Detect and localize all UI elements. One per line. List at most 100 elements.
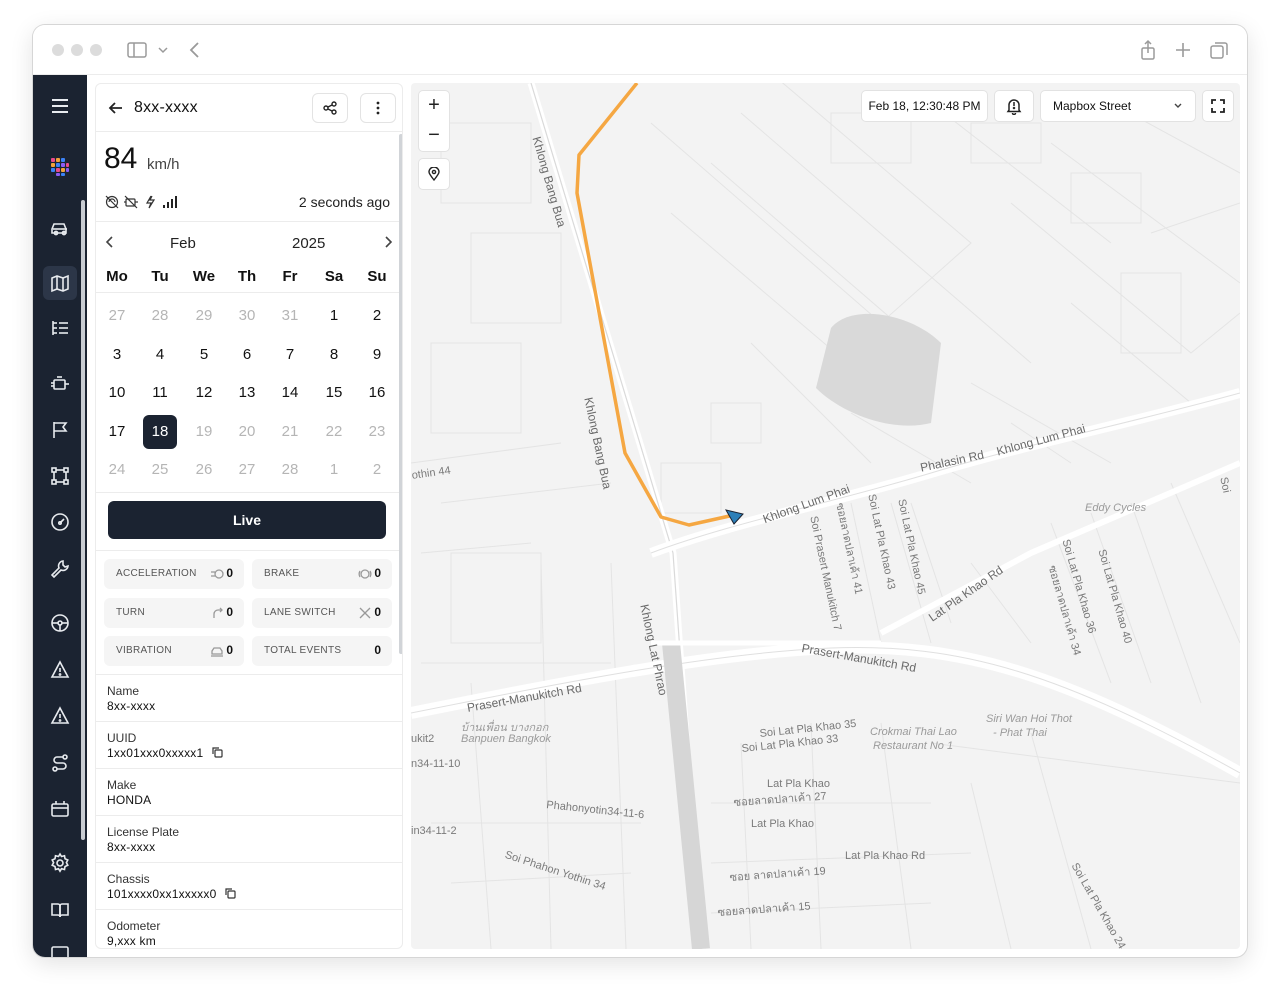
calendar-day-selected[interactable]: 18 xyxy=(143,415,177,449)
vehicle-detail-panel: 8xx-xxxx 84 km/h 2 seconds ago Feb 2025 … xyxy=(95,83,403,949)
fleet-vehicles-icon[interactable] xyxy=(43,211,77,245)
notifications-button[interactable] xyxy=(995,91,1033,121)
calendar-day[interactable]: 9 xyxy=(360,338,394,372)
minimize-window-dot[interactable] xyxy=(71,44,83,56)
calendar-day[interactable]: 27 xyxy=(100,299,134,333)
calendar-month[interactable]: Feb xyxy=(170,235,196,252)
calendar-day[interactable]: 16 xyxy=(360,376,394,410)
back-arrow-icon[interactable] xyxy=(106,98,126,118)
calendar-day[interactable]: 10 xyxy=(100,376,134,410)
event-counter-vibration[interactable]: VIBRATION 0 xyxy=(104,636,244,666)
field-name: Name 8xx-xxxx xyxy=(96,674,402,721)
calendar-day[interactable]: 30 xyxy=(230,299,264,333)
app-logo-icon[interactable] xyxy=(43,150,77,184)
map-style-select[interactable]: Mapbox Street xyxy=(1041,91,1195,121)
tab-overview-icon[interactable] xyxy=(1208,39,1230,61)
calendar-day[interactable]: 2 xyxy=(360,299,394,333)
close-window-dot[interactable] xyxy=(52,44,64,56)
route-icon[interactable] xyxy=(43,746,77,780)
event-counter-acceleration[interactable]: ACCELERATION 0 xyxy=(104,559,244,589)
calendar-day[interactable]: 24 xyxy=(100,453,134,487)
calendar-day[interactable]: 5 xyxy=(187,338,221,372)
calendar-day[interactable]: 1 xyxy=(317,453,351,487)
inbox-icon[interactable] xyxy=(43,937,77,957)
geofence-icon[interactable] xyxy=(43,459,77,493)
book-icon[interactable] xyxy=(43,893,77,927)
field-make: Make HONDA xyxy=(96,768,402,815)
copy-icon[interactable] xyxy=(224,887,237,899)
field-label: License Plate xyxy=(107,825,180,839)
maximize-window-dot[interactable] xyxy=(90,44,102,56)
wrench-icon[interactable] xyxy=(43,552,77,586)
speed-unit: km/h xyxy=(147,156,180,173)
prev-month-icon[interactable] xyxy=(102,234,118,250)
sidebar-toggle-icon[interactable] xyxy=(126,39,148,61)
calendar-day[interactable]: 12 xyxy=(187,376,221,410)
event-counter-turn[interactable]: TURN 0 xyxy=(104,598,244,628)
event-counter-lane-switch[interactable]: LANE SWITCH 0 xyxy=(252,598,392,628)
next-month-icon[interactable] xyxy=(380,234,396,250)
map-label: ukit2 xyxy=(411,733,435,745)
lane-switch-icon xyxy=(358,606,372,620)
calendar-day[interactable]: 17 xyxy=(100,415,134,449)
steering-wheel-icon[interactable] xyxy=(43,606,77,640)
field-uuid: UUID 1xx01xxx0xxxxx1 xyxy=(96,721,402,768)
warning-icon[interactable] xyxy=(43,699,77,733)
more-options-button[interactable] xyxy=(360,93,396,123)
map-icon[interactable] xyxy=(43,266,77,300)
zoom-in-button[interactable]: + xyxy=(419,91,449,121)
calendar-day[interactable]: 31 xyxy=(273,299,307,333)
panel-scrollbar[interactable] xyxy=(399,134,402,654)
calendar-day[interactable]: 6 xyxy=(230,338,264,372)
calendar-day[interactable]: 15 xyxy=(317,376,351,410)
calendar-day[interactable]: 19 xyxy=(187,415,221,449)
zoom-out-button[interactable]: − xyxy=(419,121,449,151)
flag-icon[interactable] xyxy=(43,413,77,447)
copy-icon[interactable] xyxy=(211,746,223,758)
calendar-year[interactable]: 2025 xyxy=(292,235,325,252)
list-tree-icon[interactable] xyxy=(43,311,77,345)
new-tab-icon[interactable] xyxy=(1172,39,1194,61)
speedometer-icon[interactable] xyxy=(43,505,77,539)
map-label: Crokmai Thai Lao xyxy=(870,726,957,738)
menu-icon[interactable] xyxy=(43,89,77,123)
back-nav-icon[interactable] xyxy=(184,39,206,61)
settings-gear-icon[interactable] xyxy=(43,846,77,880)
calendar-day[interactable]: 28 xyxy=(273,453,307,487)
calendar-day[interactable]: 8 xyxy=(317,338,351,372)
share-button[interactable] xyxy=(312,93,348,123)
fullscreen-icon xyxy=(1211,99,1225,113)
calendar-day[interactable]: 1 xyxy=(317,299,351,333)
calendar-day[interactable]: 23 xyxy=(360,415,394,449)
chevron-down-icon[interactable] xyxy=(152,39,168,61)
map-view[interactable]: Khlong Bang Bua Khlong Bang Bua Phalasin R… xyxy=(411,83,1240,949)
calendar-day[interactable]: 11 xyxy=(143,376,177,410)
nav-scrollbar[interactable] xyxy=(81,200,85,840)
calendar-day[interactable]: 21 xyxy=(273,415,307,449)
calendar-day[interactable]: 3 xyxy=(100,338,134,372)
locate-button[interactable] xyxy=(419,159,449,189)
fullscreen-button[interactable] xyxy=(1203,91,1233,121)
calendar-day[interactable]: 2 xyxy=(360,453,394,487)
live-button[interactable]: Live xyxy=(108,501,386,539)
calendar-day[interactable]: 14 xyxy=(273,376,307,410)
event-counter-brake[interactable]: BRAKE 0 xyxy=(252,559,392,589)
event-counter-total-events[interactable]: TOTAL EVENTS 0 xyxy=(252,636,392,666)
engine-icon[interactable] xyxy=(43,367,77,401)
calendar-day[interactable]: 13 xyxy=(230,376,264,410)
calendar-day[interactable]: 20 xyxy=(230,415,264,449)
calendar-day[interactable]: 4 xyxy=(143,338,177,372)
field-value-container: 8xx-xxxx xyxy=(107,699,155,713)
calendar-day[interactable]: 29 xyxy=(187,299,221,333)
acceleration-icon xyxy=(210,567,224,581)
calendar-day[interactable]: 28 xyxy=(143,299,177,333)
video-icon[interactable] xyxy=(43,792,77,826)
calendar-day[interactable]: 25 xyxy=(143,453,177,487)
calendar-day[interactable]: 27 xyxy=(230,453,264,487)
calendar-day[interactable]: 26 xyxy=(187,453,221,487)
alert-triangle-icon[interactable] xyxy=(43,653,77,687)
calendar-day[interactable]: 22 xyxy=(317,415,351,449)
share-icon[interactable] xyxy=(1137,39,1159,61)
calendar-day[interactable]: 7 xyxy=(273,338,307,372)
field-value-container: 9,xxx km xyxy=(107,934,156,948)
